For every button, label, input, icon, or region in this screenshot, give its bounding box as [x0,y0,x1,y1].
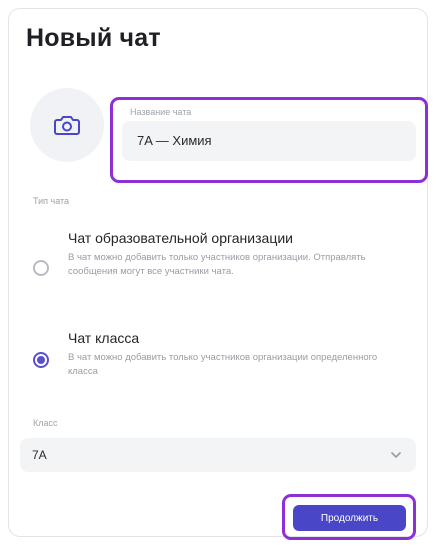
chat-avatar-upload[interactable] [30,88,104,162]
option-title: Чат образовательной организации [68,230,293,246]
chat-type-option-class[interactable]: Чат класса В чат можно добавить только у… [30,330,400,392]
class-select-value: 7A [32,448,47,462]
class-select[interactable]: 7A [20,438,416,472]
chat-type-option-organization[interactable]: Чат образовательной организации В чат мо… [30,230,400,312]
continue-button[interactable]: Продолжить [293,505,406,531]
camera-icon [54,116,80,135]
dialog-title: Новый чат [26,24,161,52]
class-label: Класс [33,418,58,428]
chat-type-label: Тип чата [33,196,70,206]
chat-name-input[interactable]: 7A — Химия [122,121,416,161]
chat-name-label: Название чата [130,107,192,117]
option-description: В чат можно добавить только участников о… [68,252,366,277]
option-description: В чат можно добавить только участников о… [68,352,378,377]
radio-organization[interactable] [33,260,49,276]
chevron-down-icon [391,452,401,458]
radio-class[interactable] [33,352,49,368]
option-title: Чат класса [68,330,140,346]
